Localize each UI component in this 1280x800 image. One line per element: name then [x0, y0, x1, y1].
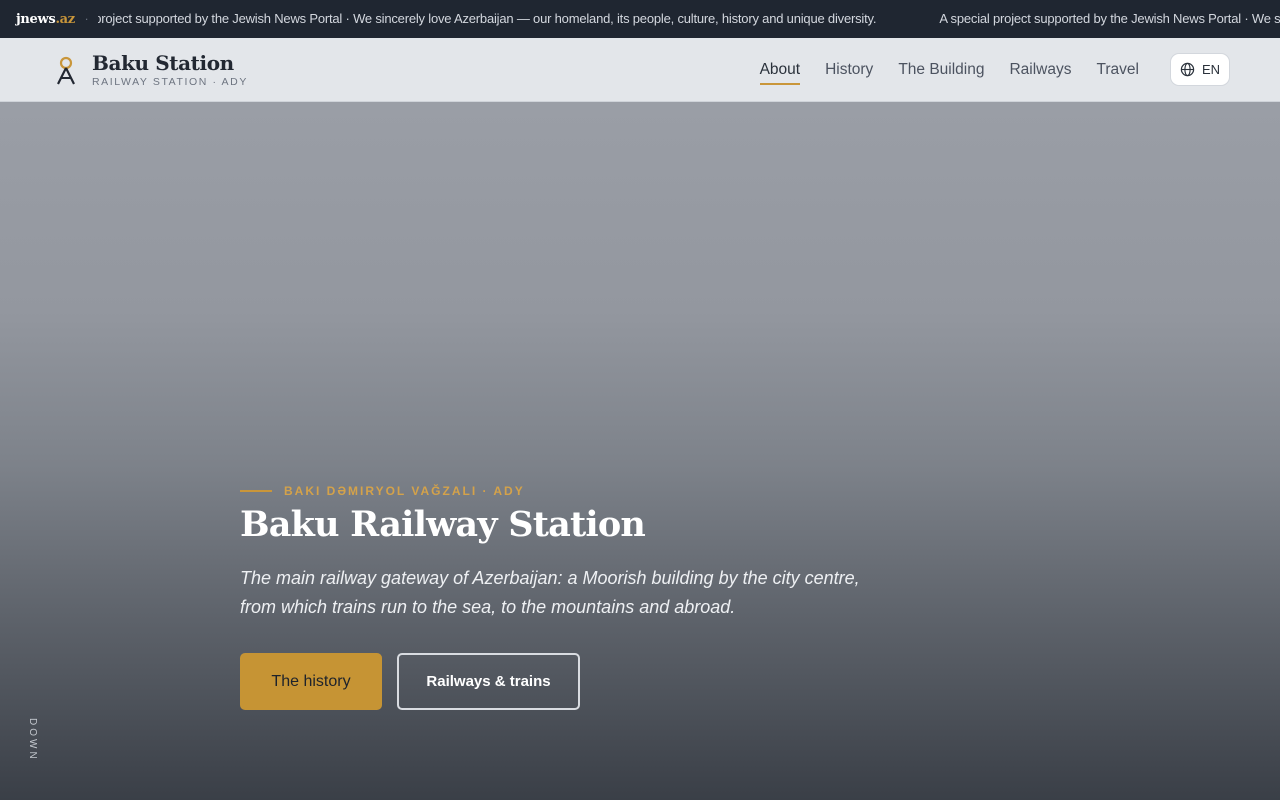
- hero-title: Baku Railway Station: [240, 504, 646, 545]
- main-nav: About History The Building Railways Trav…: [735, 38, 1139, 102]
- ticker-track: t project supported by the Jewish News P…: [98, 0, 1280, 38]
- language-switcher-button[interactable]: EN: [1170, 53, 1230, 86]
- hero-description: The main railway gateway of Azerbaijan: …: [240, 568, 860, 617]
- station-lamp-icon: [57, 56, 75, 85]
- jnews-logo[interactable]: jnews.az: [0, 12, 75, 27]
- logo-tld-text: .az: [55, 11, 75, 27]
- announcement-ticker: jnews.az · t project supported by the Je…: [0, 0, 1280, 38]
- eyebrow-line: [240, 490, 272, 492]
- brand-text: Baku Station RAILWAY STATION · ADY: [92, 52, 248, 88]
- ticker-message-repeat: A special project supported by the Jewis…: [939, 11, 1280, 26]
- nav-history[interactable]: History: [825, 55, 873, 85]
- language-code: EN: [1201, 62, 1221, 77]
- hero-section: BAKI DƏMIRYOL VAĞZALI · ADY Baku Railway…: [0, 102, 1280, 800]
- brand-logo[interactable]: Baku Station RAILWAY STATION · ADY: [54, 52, 248, 88]
- site-header: Baku Station RAILWAY STATION · ADY About…: [0, 38, 1280, 102]
- nav-about[interactable]: About: [759, 55, 800, 85]
- nav-railways[interactable]: Railways: [1009, 55, 1071, 85]
- ticker-message: t project supported by the Jewish News P…: [98, 11, 877, 26]
- ticker-separator: ·: [84, 12, 89, 26]
- globe-icon: [1180, 62, 1195, 77]
- eyebrow-text: BAKI DƏMIRYOL VAĞZALI · ADY: [284, 484, 525, 498]
- brand-title: Baku Station: [92, 51, 234, 75]
- history-button[interactable]: The history: [240, 653, 382, 710]
- scroll-down-hint[interactable]: DOWN: [24, 718, 38, 762]
- nav-the-building[interactable]: The Building: [898, 55, 984, 85]
- railways-trains-button[interactable]: Railways & trains: [397, 653, 580, 710]
- hero-eyebrow: BAKI DƏMIRYOL VAĞZALI · ADY: [240, 484, 525, 498]
- logo-main-text: jnews: [16, 11, 56, 27]
- nav-travel[interactable]: Travel: [1097, 55, 1140, 85]
- brand-subtitle: RAILWAY STATION · ADY: [92, 76, 248, 88]
